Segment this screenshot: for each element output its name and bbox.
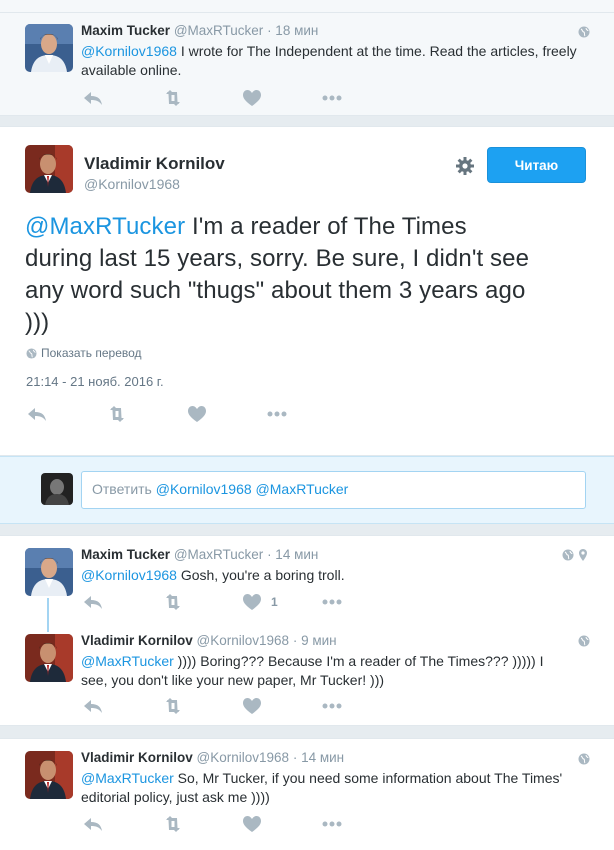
tweet-text-line2: editorial policy, just ask me )))) — [81, 789, 270, 805]
tweet-text: @MaxRTucker )))) Boring??? Because I'm a… — [81, 652, 581, 690]
avatar[interactable] — [25, 634, 73, 682]
tweet-text-line2: during last 15 years, sorry. Be sure, I … — [25, 245, 530, 272]
retweet-icon[interactable] — [161, 88, 185, 108]
tweet-text: @MaxRTucker I'm a reader of The Times du… — [25, 211, 595, 339]
tweet-text: @Kornilov1968 I wrote for The Independen… — [81, 42, 581, 80]
mention-link[interactable]: @MaxRTucker — [81, 653, 174, 669]
author-handle[interactable]: @Kornilov1968 — [197, 633, 290, 648]
tweet-time[interactable]: · 14 мин — [267, 547, 318, 562]
reply-box: Ответить @Kornilov1968 @MaxRTucker — [0, 456, 614, 524]
tweet-context-above[interactable]: Maxim Tucker @MaxRTucker · 18 мин @Korni… — [0, 12, 614, 116]
mention-link[interactable]: @MaxRTucker — [81, 770, 174, 786]
retweet-icon[interactable] — [161, 592, 185, 612]
tweet-text-line3: any word such "thugs" about them 3 years… — [25, 277, 526, 304]
retweet-icon[interactable] — [161, 814, 185, 834]
mention-link[interactable]: @Kornilov1968 — [81, 567, 177, 583]
tweet-text-line1: )))) Boring??? Because I'm a reader of T… — [173, 653, 544, 669]
tweet-header: Vladimir Kornilov @Kornilov1968 · 9 мин — [81, 633, 337, 648]
tweet-time[interactable]: · 9 мин — [293, 633, 337, 648]
tweet-text-line2: see, you don't like your new paper, Mr T… — [81, 672, 385, 688]
reply-icon[interactable] — [81, 696, 105, 716]
avatar[interactable] — [25, 751, 73, 799]
more-icon[interactable] — [320, 696, 344, 716]
author-handle[interactable]: @Kornilov1968 — [84, 176, 180, 192]
author-name[interactable]: Maxim Tucker — [81, 23, 170, 38]
tweet-header: Vladimir Kornilov @Kornilov1968 · 14 мин — [81, 750, 344, 765]
mention-link[interactable]: @Kornilov1968 — [81, 43, 177, 59]
avatar[interactable] — [25, 145, 73, 193]
retweet-icon[interactable] — [161, 696, 185, 716]
author-handle[interactable]: @MaxRTucker — [174, 23, 263, 38]
translate-label[interactable]: Показать перевод — [41, 346, 142, 360]
globe-icon — [578, 26, 590, 38]
top-strip — [0, 0, 614, 12]
author-name[interactable]: Vladimir Kornilov — [81, 750, 193, 765]
avatar[interactable] — [25, 24, 73, 72]
author-name[interactable]: Maxim Tucker — [81, 547, 170, 562]
reply-placeholder: Ответить — [92, 481, 156, 497]
more-icon[interactable] — [320, 814, 344, 834]
tweet-time[interactable]: · 14 мин — [293, 750, 344, 765]
more-icon[interactable] — [320, 592, 344, 612]
mention-link[interactable]: @MaxRTucker — [25, 213, 185, 240]
reply-icon[interactable] — [81, 814, 105, 834]
tweet-text-line4: ))) — [25, 309, 50, 336]
reply-mentions: @Kornilov1968 @MaxRTucker — [155, 481, 349, 497]
author-name[interactable]: Vladimir Kornilov — [84, 154, 225, 174]
location-icon[interactable] — [578, 548, 588, 562]
globe-icon — [562, 549, 574, 561]
thread-connector — [47, 598, 49, 632]
avatar[interactable] — [25, 548, 73, 596]
more-icon[interactable] — [320, 88, 344, 108]
tweet-text-line1: I wrote for The Independent at the time.… — [176, 43, 577, 59]
retweet-icon[interactable] — [105, 404, 129, 424]
tweet-text-line1: Gosh, you're a boring troll. — [176, 567, 345, 583]
reply-icon[interactable] — [25, 404, 49, 424]
translate-link[interactable]: Показать перевод — [26, 346, 142, 360]
tweet-time[interactable]: · 18 мин — [267, 23, 318, 38]
globe-icon — [26, 348, 37, 359]
reply-icon[interactable] — [81, 88, 105, 108]
tweet-header: Maxim Tucker @MaxRTucker · 18 мин — [81, 23, 318, 38]
author-handle[interactable]: @MaxRTucker — [174, 547, 263, 562]
reply-input[interactable]: Ответить @Kornilov1968 @MaxRTucker — [81, 471, 586, 509]
tweet-header: Maxim Tucker @MaxRTucker · 14 мин — [81, 547, 318, 562]
tweet[interactable]: Vladimir Kornilov @Kornilov1968 · 14 мин… — [0, 738, 614, 850]
like-icon[interactable] — [240, 814, 264, 834]
globe-icon — [578, 753, 590, 765]
user-avatar — [41, 473, 73, 505]
tweet-text: @Kornilov1968 Gosh, you're a boring trol… — [81, 566, 581, 585]
tweet-text: @MaxRTucker So, Mr Tucker, if you need s… — [81, 769, 581, 807]
like-icon[interactable] — [240, 592, 264, 612]
following-button[interactable]: Читаю — [487, 147, 586, 183]
author-name[interactable]: Vladimir Kornilov — [81, 633, 193, 648]
like-icon[interactable] — [185, 404, 209, 424]
tweet-timestamp[interactable]: 21:14 - 21 нояб. 2016 г. — [26, 374, 164, 389]
gear-icon[interactable] — [455, 156, 475, 176]
reply-icon[interactable] — [81, 592, 105, 612]
tweet-text-line1: So, Mr Tucker, if you need some informat… — [173, 770, 563, 786]
like-icon[interactable] — [240, 696, 264, 716]
tweet-text-line2: available online. — [81, 62, 182, 78]
like-count[interactable]: 1 — [271, 595, 278, 609]
more-icon[interactable] — [265, 404, 289, 424]
like-icon[interactable] — [240, 88, 264, 108]
globe-icon — [578, 635, 590, 647]
tweet-text-line1: I'm a reader of The Times — [185, 213, 467, 240]
author-handle[interactable]: @Kornilov1968 — [197, 750, 290, 765]
